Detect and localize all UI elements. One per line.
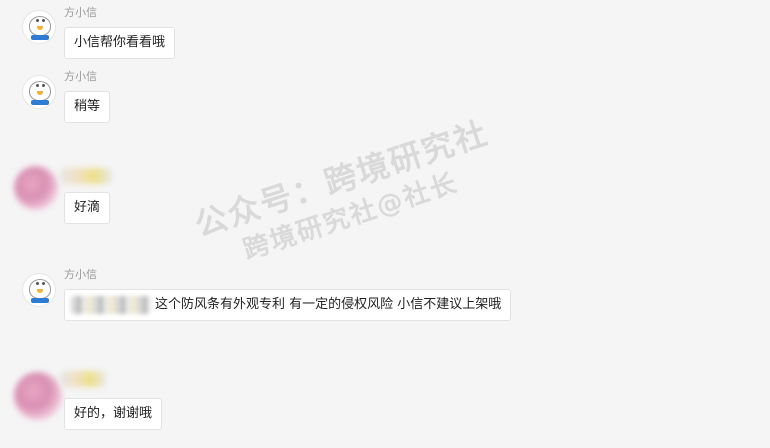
bot-avatar[interactable] — [22, 273, 56, 307]
blurred-sender-name — [60, 371, 106, 387]
sender-name: 方小信 — [64, 268, 97, 281]
message-bubble[interactable]: 稍等 — [64, 91, 111, 123]
sender-name: 方小信 — [64, 6, 97, 19]
bot-avatar[interactable] — [22, 10, 56, 44]
blurred-sender-name — [60, 168, 112, 184]
bot-avatar[interactable] — [22, 75, 56, 109]
mention-mosaic — [71, 295, 151, 314]
user-avatar[interactable] — [14, 166, 58, 210]
message-bubble[interactable]: 好的，谢谢哦 — [64, 398, 163, 430]
message-bubble[interactable]: 好滴 — [64, 192, 111, 224]
sender-name: 方小信 — [64, 70, 97, 83]
message-bubble[interactable]: 小信帮你看看哦 — [64, 27, 176, 59]
message-bubble[interactable]: 这个防风条有外观专利 有一定的侵权风险 小信不建议上架哦 — [64, 289, 512, 321]
message-text: 这个防风条有外观专利 有一定的侵权风险 小信不建议上架哦 — [155, 297, 502, 312]
user-avatar[interactable] — [14, 372, 62, 420]
